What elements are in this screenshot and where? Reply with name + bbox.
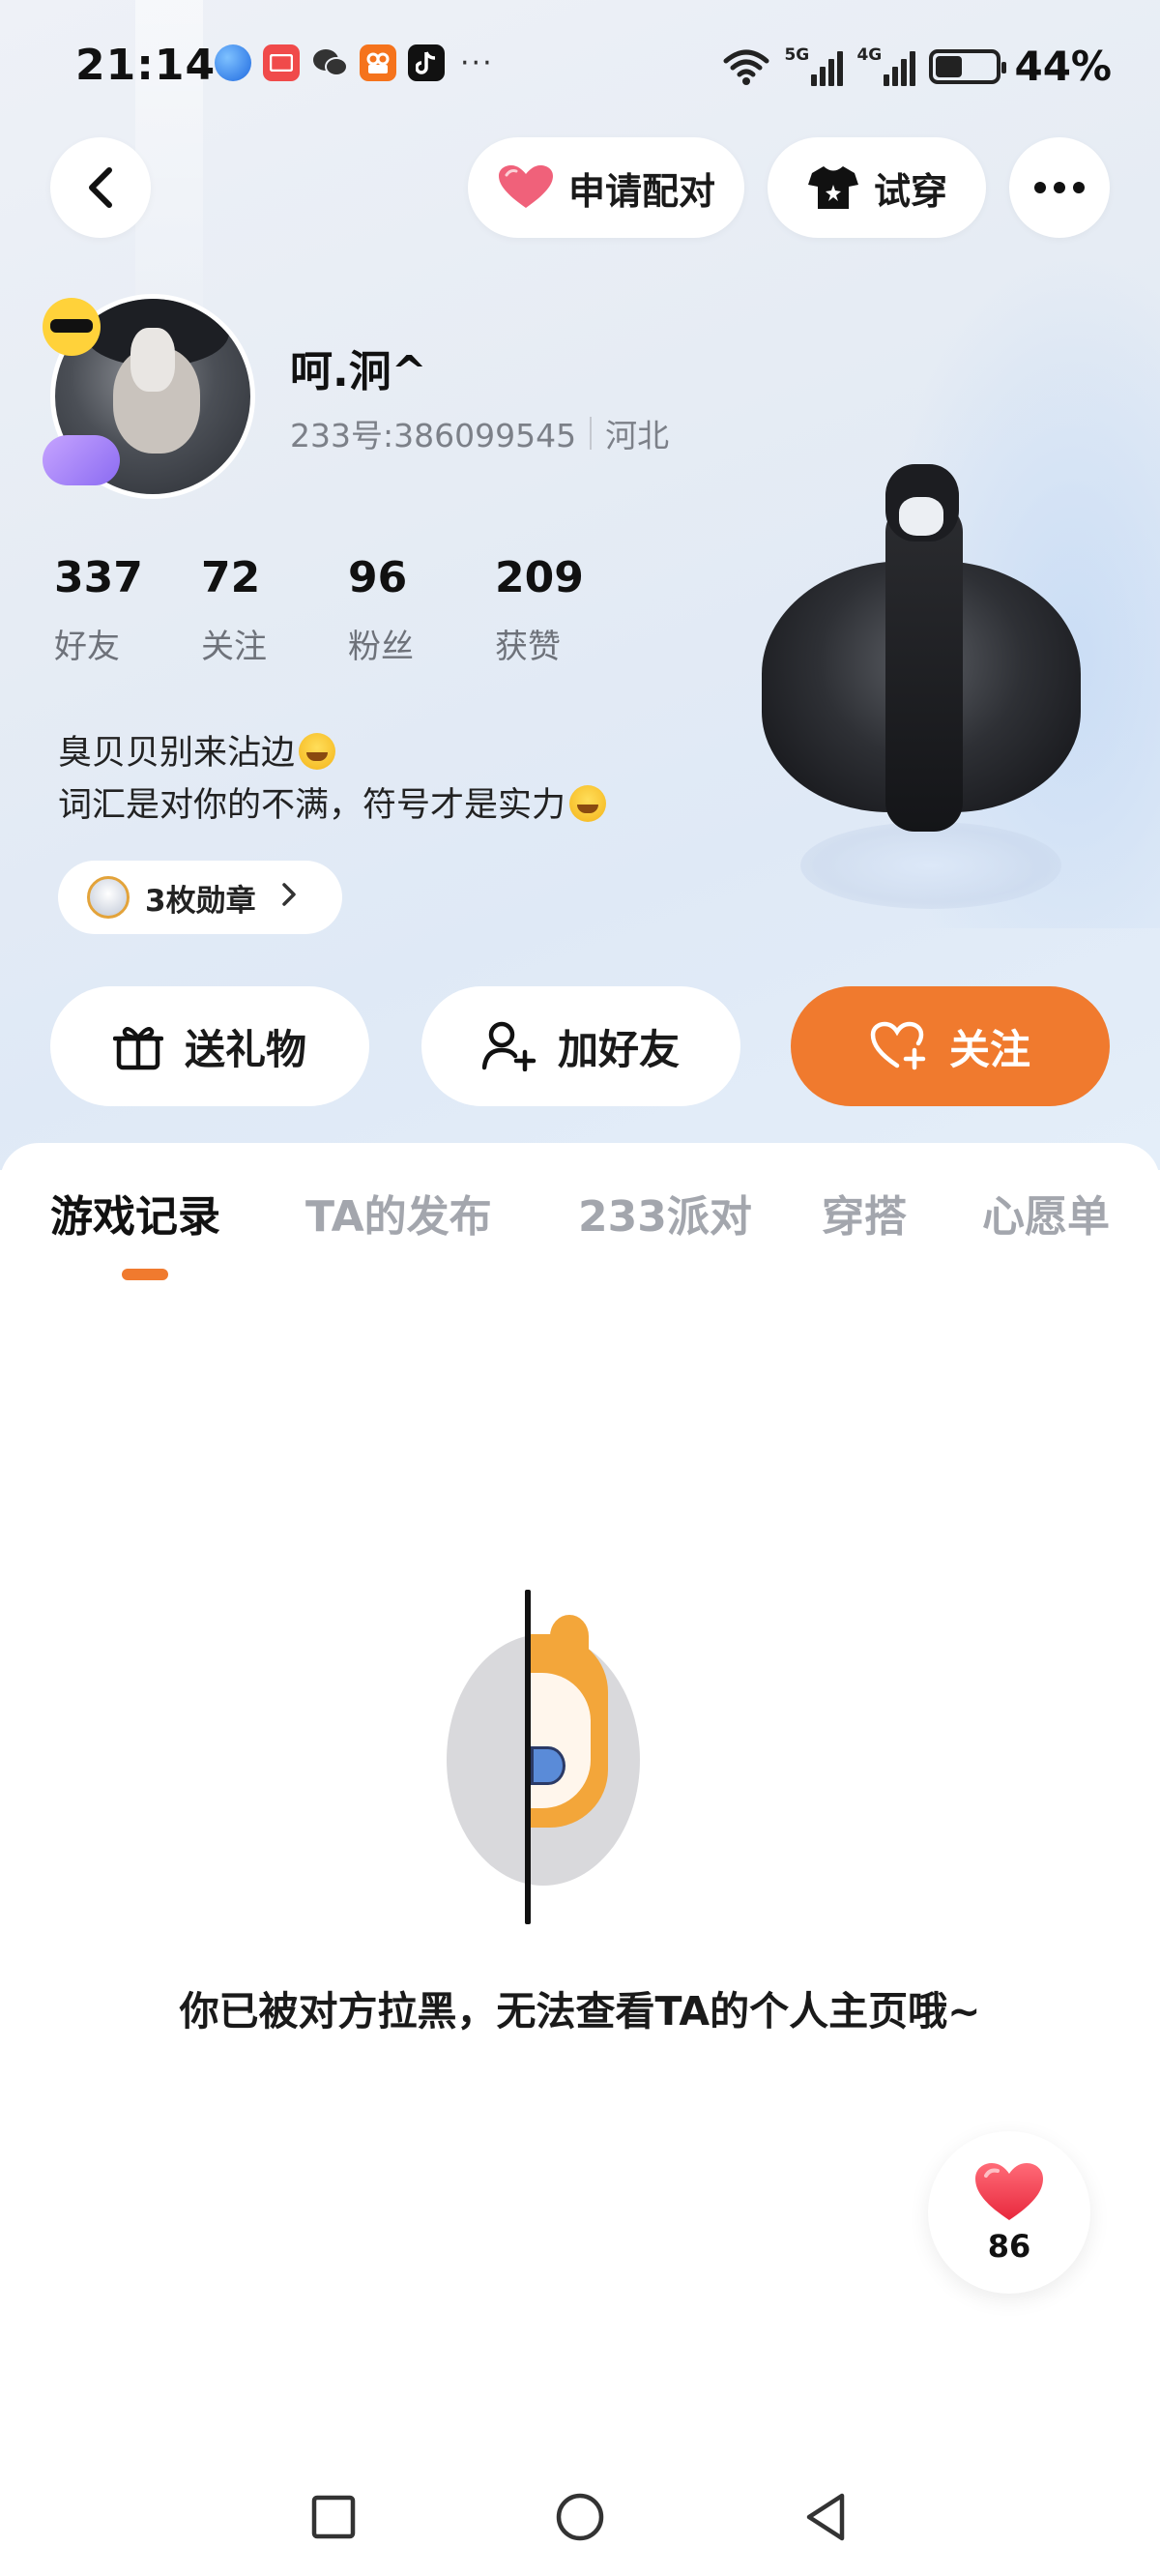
tshirt-icon [807, 166, 858, 209]
home-button[interactable] [546, 2483, 614, 2551]
medals-label: 3枚勋章 [145, 883, 256, 919]
gamepad-badge [43, 435, 120, 485]
more-icon [1034, 182, 1085, 193]
back-arrow-icon [89, 167, 112, 208]
circle-icon [556, 2493, 604, 2541]
stat-label: 粉丝 [348, 628, 414, 666]
battery-level [936, 55, 962, 77]
add-friend-button[interactable]: 加好友 [421, 986, 740, 1106]
gift-icon [112, 1027, 163, 1070]
stat-value: 96 [348, 553, 408, 602]
back-nav-button[interactable] [793, 2483, 860, 2551]
send-gift-label: 送礼物 [184, 1025, 306, 1073]
square-icon [311, 2495, 356, 2539]
tab-outfits[interactable]: 穿搭 [822, 1182, 907, 1244]
send-gift-button[interactable]: 送礼物 [50, 986, 369, 1106]
blocked-illustration [445, 1586, 640, 1924]
stat-label: 好友 [54, 628, 120, 666]
bio-line: 臭贝贝别来沾边 [58, 727, 606, 779]
stat-label: 获赞 [495, 628, 561, 666]
signal-4g-icon: 4G [856, 45, 916, 86]
signal-5g-icon: 5G [784, 45, 844, 86]
triangle-back-icon [806, 2493, 845, 2541]
stat-value: 72 [201, 553, 261, 602]
profile-tabs: 游戏记录 TA的发布 233派对 穿搭 心愿单 [0, 1182, 1160, 1269]
battery-percent: 44% [1014, 43, 1112, 90]
tab-posts[interactable]: TA的发布 [305, 1182, 492, 1244]
stat-friends[interactable]: 337 好友 [54, 553, 201, 667]
like-count: 86 [987, 2228, 1031, 2265]
kuaishou-icon [360, 44, 396, 81]
back-button[interactable] [50, 137, 151, 238]
stat-value: 209 [495, 553, 584, 602]
username: 呵.泂^ [290, 347, 427, 396]
avatar-3d-character[interactable] [762, 454, 1081, 919]
divider [590, 417, 593, 450]
stat-likes[interactable]: 209 获赞 [495, 553, 642, 667]
tab-233-party[interactable]: 233派对 [578, 1182, 752, 1244]
wifi-icon [722, 47, 770, 86]
heart-icon [975, 2163, 1043, 2220]
profile-bio: 臭贝贝别来沾边 词汇是对你的不满，符号才是实力 [58, 727, 607, 832]
tiktok-icon [408, 44, 445, 81]
status-time: 21:14 [75, 41, 217, 90]
add-friend-label: 加好友 [557, 1025, 680, 1073]
tab-wishlist[interactable]: 心愿单 [982, 1182, 1110, 1244]
add-user-icon [481, 1021, 536, 1071]
recent-apps-button[interactable] [300, 2483, 367, 2551]
user-id: 233号:386099545 [290, 417, 577, 454]
blocked-message: 你已被对方拉黑，无法查看TA的个人主页哦~ [179, 1988, 981, 2034]
more-notifications: ··· [460, 45, 494, 80]
mail-icon [263, 44, 300, 81]
request-pair-button[interactable]: 申请配对 [468, 137, 744, 238]
stat-value: 337 [54, 553, 143, 602]
active-tab-indicator [122, 1269, 168, 1280]
avatar[interactable] [43, 290, 265, 512]
laughing-emoji-icon [299, 733, 336, 770]
sunglasses-emoji-badge [43, 298, 101, 356]
system-indicators: 5G 4G 44% [722, 43, 1112, 90]
status-bar: 21:14 ··· 5G 4G 44% [0, 0, 1160, 135]
medal-icon [87, 876, 130, 919]
laughing-emoji-icon [569, 785, 607, 822]
notification-icons: ··· [215, 44, 494, 81]
request-pair-label: 申请配对 [567, 169, 715, 213]
follow-label: 关注 [948, 1025, 1030, 1073]
stat-label: 关注 [201, 628, 267, 666]
stat-following[interactable]: 72 关注 [201, 553, 348, 667]
stat-followers[interactable]: 96 粉丝 [348, 553, 495, 667]
user-id-row: 233号:386099545 河北 [290, 410, 669, 456]
wechat-icon [311, 44, 348, 81]
heart-plus-icon [870, 1021, 926, 1070]
follow-button[interactable]: 关注 [791, 986, 1110, 1106]
try-on-button[interactable]: 试穿 [768, 137, 986, 238]
tab-game-records[interactable]: 游戏记录 [50, 1182, 220, 1244]
more-button[interactable] [1009, 137, 1110, 238]
battery-icon [929, 48, 1007, 84]
bio-line: 词汇是对你的不满，符号才是实力 [58, 779, 607, 832]
profile-stats: 337 好友 72 关注 96 粉丝 209 获赞 [54, 553, 642, 667]
like-button[interactable]: 86 [928, 2131, 1090, 2294]
heart-icon [498, 165, 553, 208]
system-navigation-bar [0, 2456, 1160, 2576]
browser-icon [215, 44, 251, 81]
try-on-label: 试穿 [873, 169, 947, 213]
medals-button[interactable]: 3枚勋章 [58, 861, 342, 934]
chevron-right-icon [281, 881, 297, 915]
user-location: 河北 [605, 417, 670, 454]
